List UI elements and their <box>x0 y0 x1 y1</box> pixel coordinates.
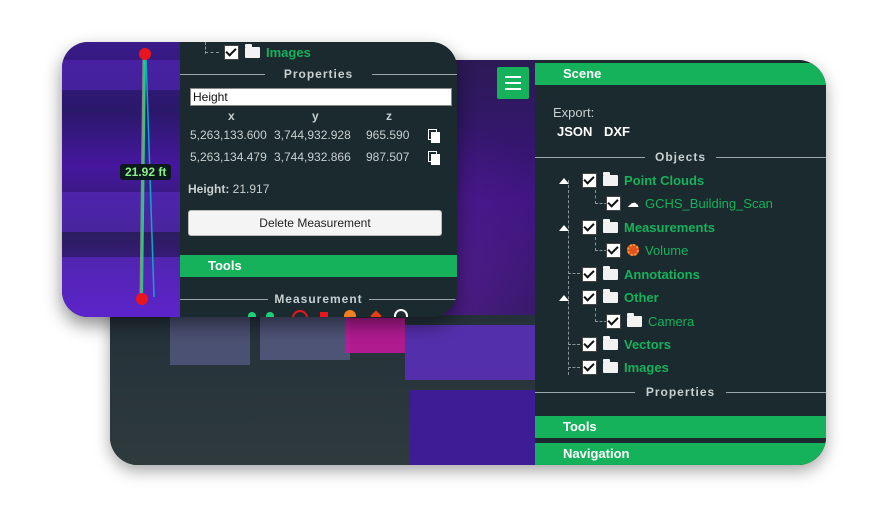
export-dxf-button[interactable]: DXF <box>604 124 630 139</box>
header-x: x <box>228 109 235 123</box>
checkbox-icon[interactable] <box>582 266 597 282</box>
row2-x: 5,263,134.479 <box>190 150 267 164</box>
folder-icon <box>603 265 618 280</box>
circle-tool-icon[interactable] <box>292 310 308 317</box>
folder-icon <box>603 358 618 373</box>
point-tool-icon[interactable] <box>248 312 256 317</box>
checkbox-icon[interactable] <box>582 359 597 375</box>
start-point-marker <box>139 48 151 60</box>
folder-icon <box>627 312 642 327</box>
checkbox-icon[interactable] <box>582 336 597 352</box>
export-label: Export: <box>553 105 595 120</box>
scene-header[interactable]: Scene <box>535 63 826 85</box>
checkbox-icon[interactable] <box>224 44 239 60</box>
navigation-header[interactable]: Navigation <box>535 443 826 465</box>
row1-y: 3,744,932.928 <box>274 128 351 142</box>
measurement-name-input[interactable]: Height <box>190 88 452 106</box>
checkbox-icon[interactable] <box>582 219 597 235</box>
sidebar-panel: Scene Export: JSON DXF Objects Point Clo… <box>535 60 826 465</box>
row1-z: 965.590 <box>366 128 410 142</box>
row2-y: 3,744,932.866 <box>274 150 351 164</box>
tree-item-measurements[interactable]: Measurements <box>582 217 715 237</box>
volume-icon <box>627 244 639 256</box>
folder-icon <box>245 43 260 58</box>
building-shape <box>405 325 535 380</box>
folder-icon <box>603 335 618 350</box>
tree-item-images[interactable]: Images <box>224 42 311 62</box>
row2-z: 987.507 <box>366 150 410 164</box>
tree-item-other[interactable]: Other <box>582 287 659 307</box>
export-json-button[interactable]: JSON <box>557 124 592 139</box>
copy-icon[interactable] <box>428 129 440 143</box>
tree-item-camera[interactable]: Camera <box>606 311 694 331</box>
area-tool-icon[interactable] <box>344 310 356 317</box>
folder-icon <box>603 171 618 186</box>
folder-icon <box>603 288 618 303</box>
objects-section-title: Objects <box>535 150 826 164</box>
height-readout: Height: 21.917 <box>188 182 270 196</box>
header-z: z <box>386 109 392 123</box>
tree-item-images[interactable]: Images <box>582 357 669 377</box>
measurement-panel: Images Properties Height x y z 5,263,133… <box>180 42 457 317</box>
checkbox-icon[interactable] <box>606 242 621 258</box>
cloud-icon: ☁ <box>627 196 639 210</box>
expand-arrow-icon[interactable] <box>559 178 569 184</box>
expand-arrow-icon[interactable] <box>559 225 569 231</box>
building-shape <box>410 390 535 465</box>
measurement-viewer[interactable]: 21.92 ft <box>62 42 180 317</box>
tree-item-volume[interactable]: Volume <box>606 240 688 260</box>
angle-tool-icon[interactable] <box>370 310 382 317</box>
copy-icon[interactable] <box>428 151 440 165</box>
folder-icon <box>603 218 618 233</box>
measurement-toolbar <box>248 309 428 317</box>
tree-item-annotations[interactable]: Annotations <box>582 264 700 284</box>
delete-measurement-button[interactable]: Delete Measurement <box>188 210 442 236</box>
expand-arrow-icon[interactable] <box>559 295 569 301</box>
checkbox-icon[interactable] <box>582 172 597 188</box>
tree-item-point-clouds[interactable]: Point Clouds <box>582 170 704 190</box>
tools-header[interactable]: Tools <box>535 416 826 438</box>
checkbox-icon[interactable] <box>582 289 597 305</box>
properties-section-title: Properties <box>535 385 826 399</box>
distance-tool-icon[interactable] <box>266 312 274 317</box>
tree-item-vectors[interactable]: Vectors <box>582 334 671 354</box>
tools-header[interactable]: Tools <box>180 255 457 277</box>
header-y: y <box>312 109 319 123</box>
end-point-marker <box>136 293 148 305</box>
dimension-label: 21.92 ft <box>120 164 172 180</box>
volume-tool-icon[interactable] <box>394 309 408 317</box>
building-shape <box>260 315 350 360</box>
menu-button[interactable] <box>497 67 529 99</box>
checkbox-icon[interactable] <box>606 313 621 329</box>
checkbox-icon[interactable] <box>606 195 621 211</box>
tree-item-gchs-building-scan[interactable]: ☁ GCHS_Building_Scan <box>606 193 773 213</box>
measurement-window: 21.92 ft Images Properties Height x y z … <box>62 42 457 317</box>
height-tool-icon[interactable] <box>320 312 328 317</box>
hamburger-icon <box>505 76 521 78</box>
building-shape <box>170 310 250 365</box>
highlighted-building <box>345 318 405 353</box>
row1-x: 5,263,133.600 <box>190 128 267 142</box>
